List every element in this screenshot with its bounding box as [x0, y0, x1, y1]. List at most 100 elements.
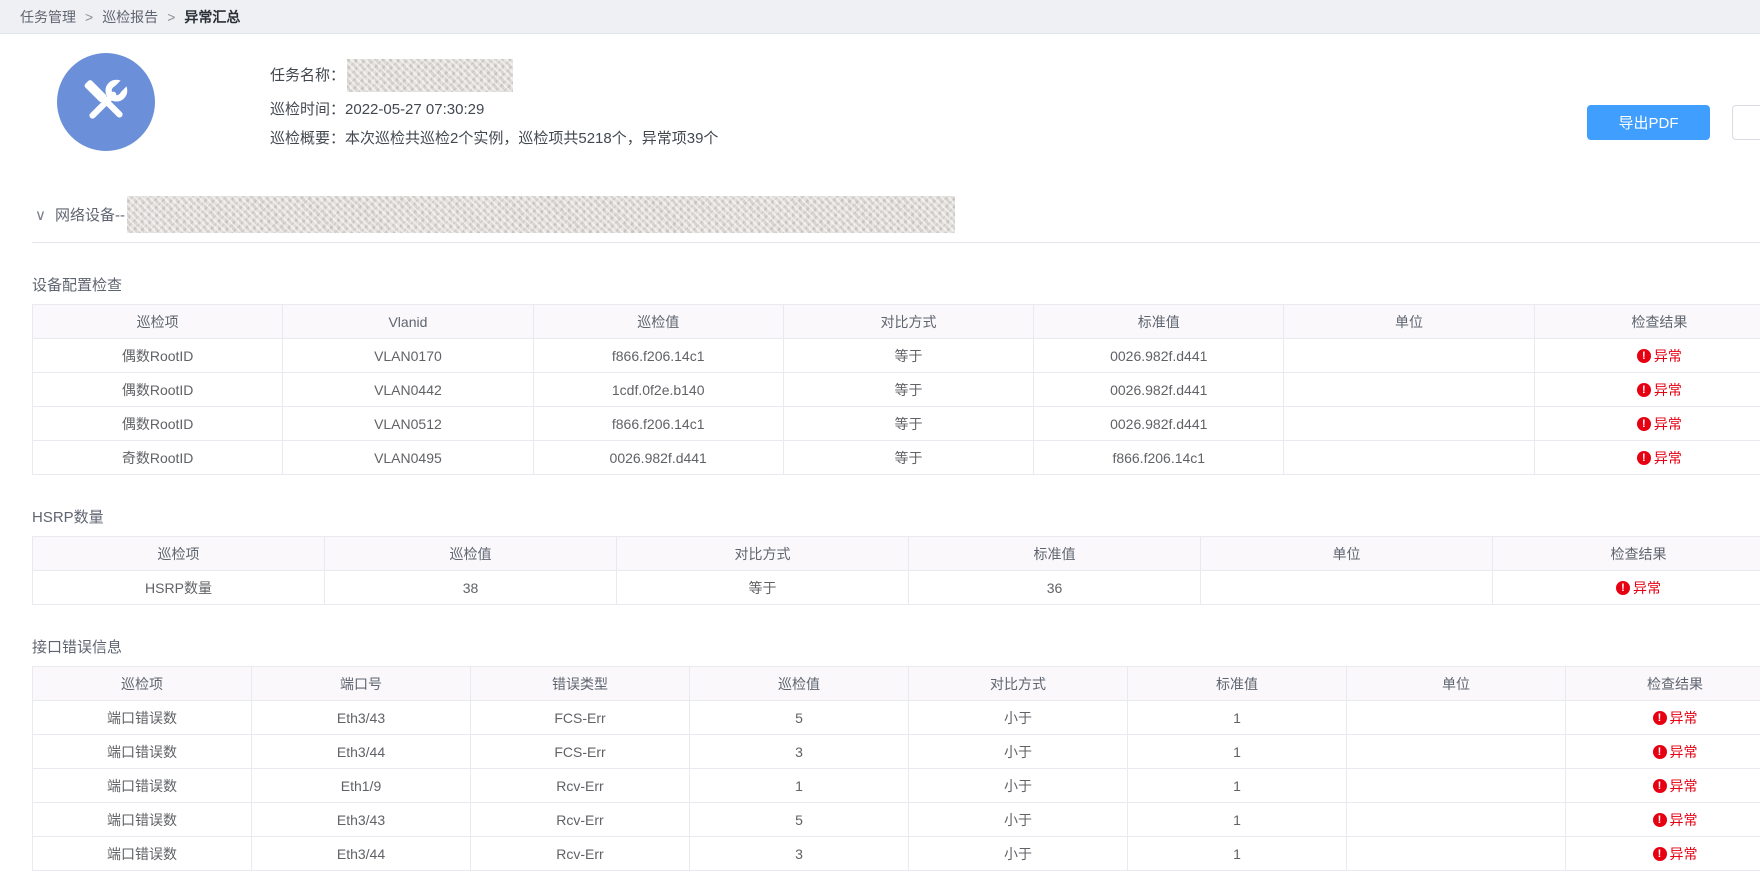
table-wrapper: 巡检项端口号错误类型巡检值对比方式标准值单位检查结果端口错误数Eth3/43FC… [32, 666, 1760, 871]
table-row: HSRP数量38等于36!异常 [33, 571, 1760, 605]
table-cell [1347, 837, 1566, 871]
table-title: 接口错误信息 [32, 636, 1760, 657]
data-table: 巡检项巡检值对比方式标准值单位检查结果HSRP数量38等于36!异常 [32, 536, 1760, 605]
report-table-section: 接口错误信息巡检项端口号错误类型巡检值对比方式标准值单位检查结果端口错误数Eth… [32, 636, 1760, 871]
column-header: 对比方式 [909, 667, 1128, 701]
breadcrumb-separator: > [85, 9, 93, 25]
status-badge: !异常 [1653, 810, 1698, 830]
task-avatar [57, 53, 155, 151]
table-title: HSRP数量 [32, 506, 1760, 527]
abnormal-label: 异常 [1670, 708, 1698, 728]
status-badge: !异常 [1637, 414, 1682, 434]
abnormal-label: 异常 [1670, 776, 1698, 796]
table-row: 偶数RootIDVLAN04421cdf.0f2e.b140等于0026.982… [33, 373, 1760, 407]
table-cell: 小于 [909, 803, 1128, 837]
check-result-cell: !异常 [1534, 441, 1760, 475]
column-header: 巡检值 [690, 667, 909, 701]
table-cell: 0026.982f.d441 [533, 441, 783, 475]
column-header: 对比方式 [617, 537, 909, 571]
table-cell: 5 [690, 803, 909, 837]
export-pdf-button[interactable]: 导出PDF [1587, 105, 1710, 140]
table-cell: Eth1/9 [252, 769, 471, 803]
status-badge: !异常 [1653, 742, 1698, 762]
inspect-time-line: 巡检时间： 2022-05-27 07:30:29 [270, 99, 1760, 121]
column-header: 检查结果 [1493, 537, 1760, 571]
abnormal-label: 异常 [1670, 742, 1698, 762]
table-cell: 小于 [909, 837, 1128, 871]
table-cell: 端口错误数 [33, 837, 252, 871]
table-cell: 小于 [909, 735, 1128, 769]
check-result-cell: !异常 [1566, 803, 1760, 837]
table-header-row: 巡检项巡检值对比方式标准值单位检查结果 [33, 537, 1760, 571]
column-header: 端口号 [252, 667, 471, 701]
status-badge: !异常 [1637, 346, 1682, 366]
exclamation-icon: ! [1616, 581, 1630, 595]
table-cell: 3 [690, 837, 909, 871]
check-result-cell: !异常 [1566, 701, 1760, 735]
table-row: 端口错误数Eth3/43FCS-Err5小于1!异常 [33, 701, 1760, 735]
check-result-cell: !异常 [1534, 339, 1760, 373]
breadcrumb-item-inspection-report[interactable]: 巡检报告 [102, 7, 158, 27]
chevron-down-icon[interactable]: ∨ [35, 206, 46, 224]
check-result-cell: !异常 [1534, 407, 1760, 441]
report-content: 任务名称： 巡检时间： 2022-05-27 07:30:29 巡检概要： 本次… [0, 34, 1760, 871]
column-header: 检查结果 [1534, 305, 1760, 339]
table-row: 偶数RootIDVLAN0170f866.f206.14c1等于0026.982… [33, 339, 1760, 373]
table-wrapper: 巡检项巡检值对比方式标准值单位检查结果HSRP数量38等于36!异常 [32, 536, 1760, 605]
task-info: 任务名称： 巡检时间： 2022-05-27 07:30:29 巡检概要： 本次… [270, 34, 1760, 150]
column-header: 巡检值 [533, 305, 783, 339]
task-name-line: 任务名称： [270, 59, 1760, 92]
column-header: 单位 [1347, 667, 1566, 701]
status-badge: !异常 [1653, 708, 1698, 728]
table-cell: 等于 [783, 339, 1033, 373]
status-badge: !异常 [1653, 776, 1698, 796]
abnormal-label: 异常 [1670, 810, 1698, 830]
column-header: 标准值 [1034, 305, 1284, 339]
breadcrumb-item-exception-summary: 异常汇总 [184, 7, 240, 27]
table-cell: HSRP数量 [33, 571, 325, 605]
table-cell: VLAN0495 [283, 441, 533, 475]
table-cell: 36 [909, 571, 1201, 605]
table-cell: 等于 [783, 441, 1033, 475]
table-header-row: 巡检项Vlanid巡检值对比方式标准值单位检查结果 [33, 305, 1760, 339]
report-header: 任务名称： 巡检时间： 2022-05-27 07:30:29 巡检概要： 本次… [32, 34, 1760, 186]
exclamation-icon: ! [1637, 349, 1651, 363]
table-cell: Eth3/44 [252, 837, 471, 871]
table-cell: 1cdf.0f2e.b140 [533, 373, 783, 407]
abnormal-label: 异常 [1633, 578, 1661, 598]
table-header-row: 巡检项端口号错误类型巡检值对比方式标准值单位检查结果 [33, 667, 1760, 701]
check-result-cell: !异常 [1493, 571, 1760, 605]
table-cell: 1 [1128, 837, 1347, 871]
exclamation-icon: ! [1653, 813, 1667, 827]
table-cell: 5 [690, 701, 909, 735]
table-row: 端口错误数Eth3/43Rcv-Err5小于1!异常 [33, 803, 1760, 837]
table-cell: Rcv-Err [471, 803, 690, 837]
table-cell: Eth3/43 [252, 803, 471, 837]
breadcrumb: 任务管理 > 巡检报告 > 异常汇总 [0, 0, 1760, 34]
column-header: 标准值 [909, 537, 1201, 571]
table-cell [1347, 769, 1566, 803]
table-cell: Eth3/43 [252, 701, 471, 735]
table-cell: 端口错误数 [33, 769, 252, 803]
table-cell: f866.f206.14c1 [533, 407, 783, 441]
inspect-time-label: 巡检时间： [270, 99, 345, 121]
table-cell: 偶数RootID [33, 407, 283, 441]
column-header: 单位 [1284, 305, 1534, 339]
table-cell: Rcv-Err [471, 769, 690, 803]
column-header: 单位 [1201, 537, 1493, 571]
abnormal-label: 异常 [1654, 380, 1682, 400]
table-cell: 0026.982f.d441 [1034, 339, 1284, 373]
table-row: 奇数RootIDVLAN04950026.982f.d441等于f866.f20… [33, 441, 1760, 475]
task-name-redacted-value [347, 59, 513, 92]
exclamation-icon: ! [1637, 417, 1651, 431]
check-result-cell: !异常 [1566, 769, 1760, 803]
breadcrumb-item-task-management[interactable]: 任务管理 [20, 7, 76, 27]
table-cell: 1 [1128, 803, 1347, 837]
report-table-section: 设备配置检查巡检项Vlanid巡检值对比方式标准值单位检查结果偶数RootIDV… [32, 274, 1760, 475]
exclamation-icon: ! [1653, 847, 1667, 861]
table-cell: 奇数RootID [33, 441, 283, 475]
table-cell: 偶数RootID [33, 339, 283, 373]
device-section-header[interactable]: ∨ 网络设备-- [32, 196, 1760, 243]
back-button[interactable]: 返回 [1732, 105, 1760, 140]
table-cell [1284, 441, 1534, 475]
